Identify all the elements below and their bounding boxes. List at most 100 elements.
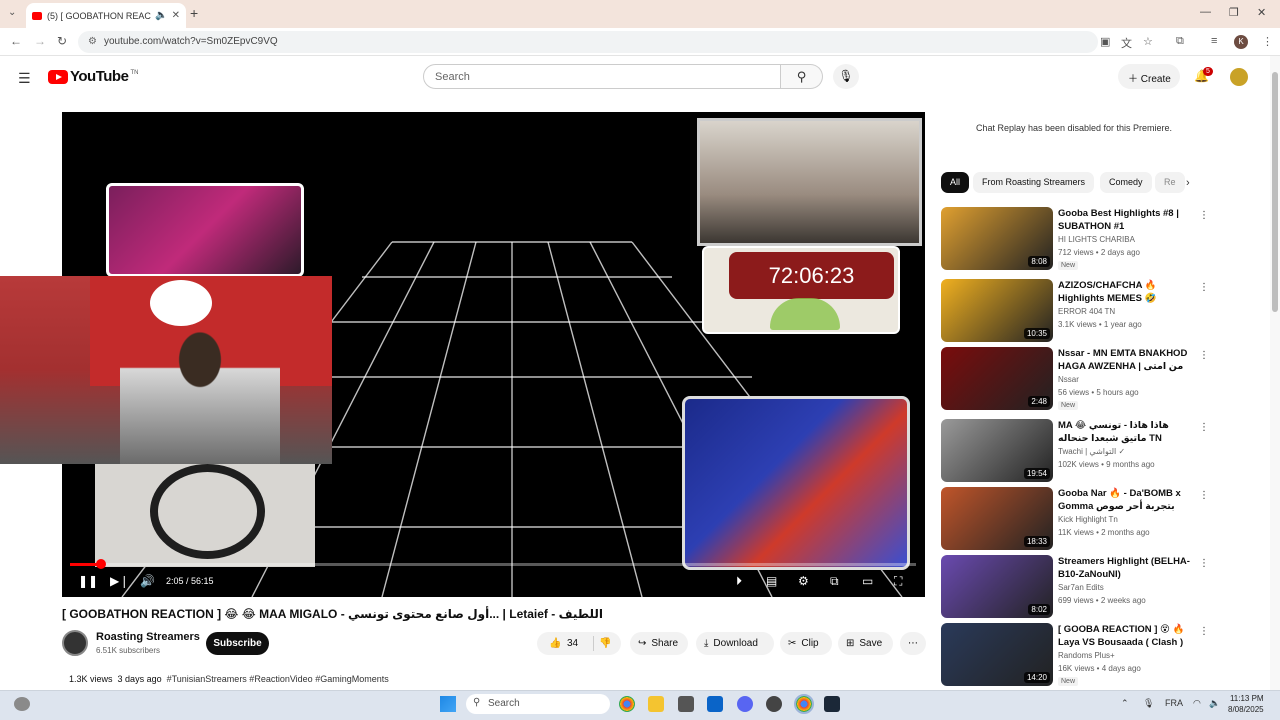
extensions-icon[interactable]: ⧉ [1176, 35, 1184, 48]
scrollbar-thumb[interactable] [1272, 72, 1278, 312]
more-actions-button[interactable]: ⋯ [900, 632, 926, 655]
recommendation-title[interactable]: AZIZOS/CHAFCHA 🔥 Highlights MEMES 🤣 [1058, 279, 1193, 305]
more-vertical-icon[interactable]: ⋮ [1199, 422, 1209, 433]
recommendation-item[interactable]: 18:33 Gooba Nar 🔥 - Da'BOMB x Gomma بتجرب… [941, 487, 1211, 551]
store-app-icon[interactable] [678, 696, 694, 712]
hashtags[interactable]: #TunisianStreamers #ReactionVideo #Gamin… [167, 674, 389, 684]
recommendation-title[interactable]: Streamers Highlight (BELHA-B10-ZaNouNI) [1058, 555, 1193, 581]
recommendation-thumbnail[interactable]: 14:20 [941, 623, 1053, 686]
taskbar-search[interactable]: ⚲ Search [466, 694, 610, 714]
cast-icon[interactable]: ▣ [1100, 35, 1110, 48]
recommendation-thumbnail[interactable]: 8:02 [941, 555, 1053, 618]
recommendation-title[interactable]: Gooba Nar 🔥 - Da'BOMB x Gomma بتجربة أحر… [1058, 487, 1193, 514]
save-button[interactable]: ⊞ Save [838, 632, 893, 655]
browser-profile-avatar[interactable]: K [1234, 35, 1248, 49]
more-vertical-icon[interactable]: ⋮ [1199, 282, 1209, 293]
forward-icon[interactable]: → [34, 34, 46, 48]
recommendation-title[interactable]: Nssar - MN EMTA BNAKHOD HAGA AWZENHA | م… [1058, 347, 1193, 374]
back-icon[interactable]: ← [10, 34, 22, 48]
recommendation-item[interactable]: 10:35 AZIZOS/CHAFCHA 🔥 Highlights MEMES 🤣… [941, 279, 1211, 343]
recommendation-item[interactable]: 14:20 [ GOOBA REACTION ] 😵 🔥 Laya VS Bous… [941, 623, 1211, 687]
share-button[interactable]: ↪ Share [630, 632, 688, 655]
browser-menu-icon[interactable]: ⋮ [1262, 35, 1273, 48]
recommendation-thumbnail[interactable]: 2:48 [941, 347, 1053, 410]
recommendation-title[interactable]: [ GOOBA REACTION ] 😵 🔥 Laya VS Bousaada … [1058, 623, 1193, 650]
system-clock[interactable]: 11:13 PM 8/08/2025 [1228, 693, 1264, 715]
chrome-active-app-icon[interactable] [794, 694, 814, 714]
settings-gear-icon[interactable]: ⚙ [798, 574, 809, 588]
recommendation-item[interactable]: 2:48 Nssar - MN EMTA BNAKHOD HAGA AWZENHA… [941, 347, 1211, 411]
chip-comedy[interactable]: Comedy [1100, 172, 1152, 193]
more-vertical-icon[interactable]: ⋮ [1199, 490, 1209, 501]
recommendation-channel[interactable]: ERROR 404 TN [1058, 307, 1115, 316]
recommendation-thumbnail[interactable]: 18:33 [941, 487, 1053, 550]
chip-partial[interactable]: Re [1155, 172, 1185, 193]
chip-all[interactable]: All [941, 172, 970, 193]
windows-start-icon[interactable] [440, 696, 456, 712]
close-tab-icon[interactable]: ✕ [172, 10, 180, 21]
new-tab-button[interactable]: + [190, 5, 198, 21]
menu-icon[interactable]: ☰ [18, 70, 31, 87]
browser-tab[interactable]: (5) [ GOOBATHON REACTIC 🔈 ✕ [26, 3, 186, 28]
translate-icon[interactable]: 文 [1121, 35, 1132, 51]
pause-icon[interactable]: ❚❚ [78, 574, 98, 588]
create-button[interactable]: ＋ Create [1118, 64, 1180, 89]
recommendation-channel[interactable]: Twachi | التواشي ✓ [1058, 447, 1125, 456]
channel-avatar[interactable] [62, 630, 88, 656]
fullscreen-icon[interactable]: ⛶ [894, 574, 902, 589]
progress-bar[interactable] [70, 563, 916, 566]
recommendation-item[interactable]: 19:54 MA 😂 هاذا هاذا - تونسي ماتيق شبعدا … [941, 419, 1211, 483]
more-vertical-icon[interactable]: ⋮ [1199, 626, 1209, 637]
like-thumb-icon[interactable]: 👍 [549, 632, 561, 655]
more-vertical-icon[interactable]: ⋮ [1199, 210, 1209, 221]
dislike-thumb-icon[interactable]: 👎 [599, 632, 611, 655]
recommendation-channel[interactable]: Sar7an Edits [1058, 583, 1104, 592]
recommendation-thumbnail[interactable]: 8:08 [941, 207, 1053, 270]
recommendation-channel[interactable]: HI LIGHTS CHARIBA [1058, 235, 1135, 244]
minimize-icon[interactable]: — [1200, 6, 1211, 18]
search-input[interactable]: Search [423, 64, 781, 89]
like-count[interactable]: 34 [567, 632, 578, 655]
search-button[interactable]: ⚲ [781, 64, 823, 89]
tray-mic-icon[interactable]: 🎙 [1143, 698, 1154, 709]
recommendation-thumbnail[interactable]: 19:54 [941, 419, 1053, 482]
language-indicator[interactable]: FRA [1165, 698, 1183, 708]
next-icon[interactable]: ▶❘ [110, 574, 129, 588]
widgets-icon[interactable] [14, 697, 30, 711]
youtube-logo[interactable]: YouTube TN [48, 68, 138, 85]
reload-icon[interactable]: ↻ [57, 34, 67, 48]
discord-app-icon[interactable] [737, 696, 753, 712]
outlook-app-icon[interactable] [707, 696, 723, 712]
voice-search-button[interactable]: 🎙 [833, 64, 859, 89]
file-explorer-icon[interactable] [648, 696, 664, 712]
steam-app-icon[interactable] [824, 696, 840, 712]
speaker-icon[interactable]: 🔈 [155, 10, 167, 21]
recommendation-title[interactable]: Gooba Best Highlights #8 | SUBATHON #1 [1058, 207, 1193, 233]
volume-icon[interactable]: 🔊 [140, 574, 155, 588]
chip-from-channel[interactable]: From Roasting Streamers [973, 172, 1095, 193]
more-vertical-icon[interactable]: ⋮ [1199, 558, 1209, 569]
tray-overflow-icon[interactable]: ⌃ [1121, 698, 1129, 709]
recommendation-item[interactable]: 8:02 Streamers Highlight (BELHA-B10-ZaNou… [941, 555, 1211, 619]
autoplay-toggle-icon[interactable]: ⏵ [736, 574, 742, 589]
progress-scrubber[interactable] [96, 559, 106, 569]
subtitles-icon[interactable]: ▤ [766, 574, 777, 588]
site-info-icon[interactable]: ⚙ [88, 36, 97, 47]
account-avatar[interactable] [1230, 68, 1248, 86]
bookmark-star-icon[interactable]: ☆ [1143, 35, 1153, 48]
miniplayer-icon[interactable]: ⧉ [830, 574, 839, 589]
reading-list-icon[interactable]: ≡ [1211, 35, 1217, 47]
recommendation-channel[interactable]: Randoms Plus+ [1058, 651, 1115, 660]
recommendation-item[interactable]: 8:08 Gooba Best Highlights #8 | SUBATHON … [941, 207, 1211, 271]
more-vertical-icon[interactable]: ⋮ [1199, 350, 1209, 361]
chrome-app-icon[interactable] [619, 696, 635, 712]
channel-name[interactable]: Roasting Streamers [96, 631, 200, 643]
github-app-icon[interactable] [766, 696, 782, 712]
maximize-icon[interactable]: ❐ [1229, 6, 1239, 19]
recommendation-thumbnail[interactable]: 10:35 [941, 279, 1053, 342]
recommendation-title[interactable]: MA 😂 هاذا هاذا - تونسي ماتيق شبعدا حنحال… [1058, 419, 1193, 445]
tab-list-icon[interactable]: ⌄ [8, 7, 16, 18]
close-window-icon[interactable]: ✕ [1257, 6, 1266, 19]
recommendation-channel[interactable]: Kick Highlight Tn [1058, 515, 1118, 524]
chevron-right-icon[interactable]: › [1186, 177, 1190, 189]
